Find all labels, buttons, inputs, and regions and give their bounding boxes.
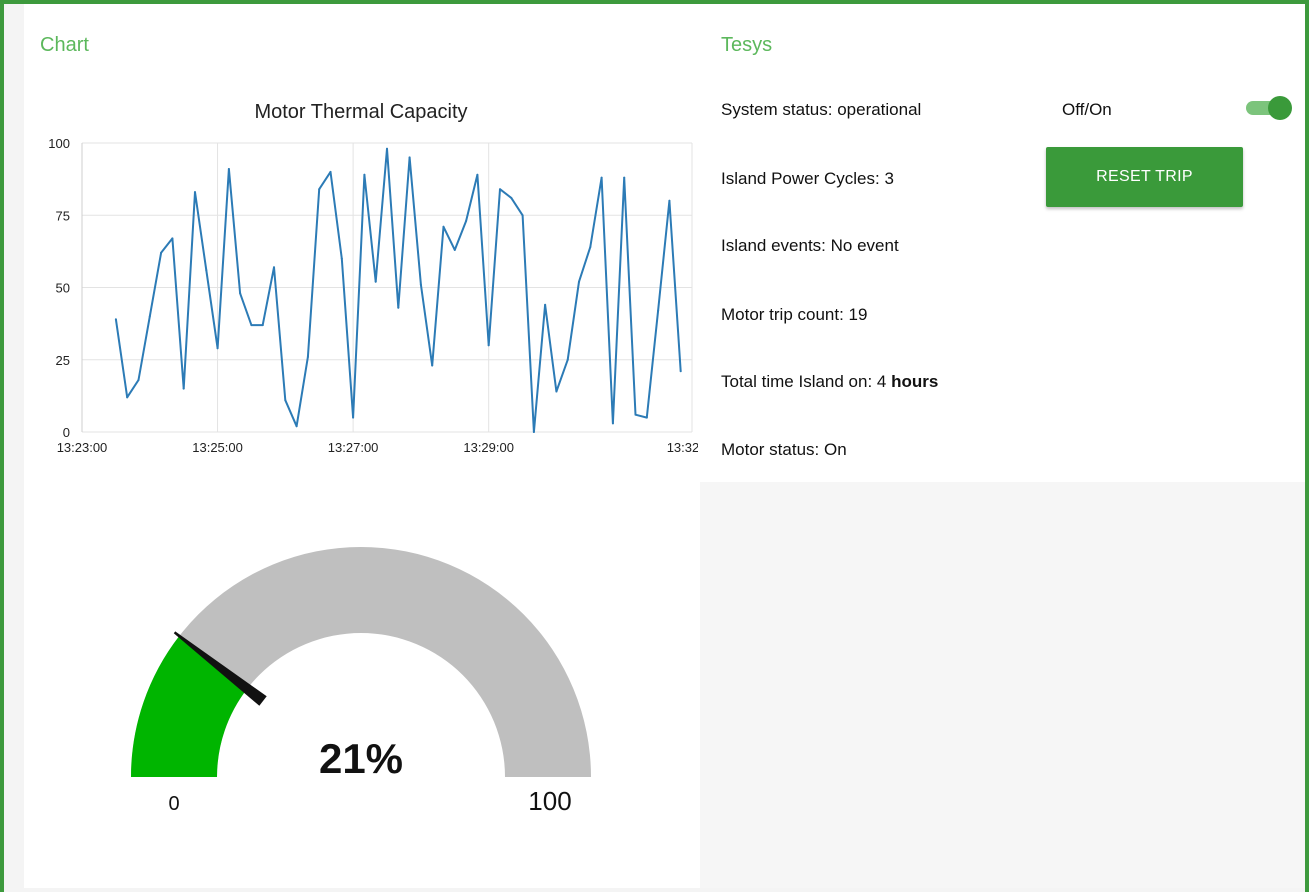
y-tick-label: 100 [48, 136, 70, 151]
data-point [634, 413, 637, 416]
y-tick-label: 50 [56, 281, 70, 296]
y-tick-label: 75 [56, 208, 70, 223]
bottom-gutter [4, 888, 1305, 892]
total-time-value: Total time Island on: 4 [721, 372, 887, 391]
tesys-group-title: Tesys [721, 34, 773, 56]
data-point [250, 324, 253, 327]
data-point [408, 156, 411, 159]
toggle-knob [1268, 96, 1292, 120]
data-point [611, 422, 614, 425]
data-point [679, 370, 682, 373]
data-point [205, 269, 208, 272]
gauge-value: 21% [319, 735, 403, 782]
data-point [521, 214, 524, 217]
data-point [273, 266, 276, 269]
chart-group-title: Chart [40, 34, 89, 56]
island-power-cycles-text: Island Power Cycles: 3 [721, 169, 894, 188]
power-toggle[interactable] [1246, 96, 1292, 120]
data-point [306, 355, 309, 358]
data-point [148, 315, 151, 318]
island-events-text: Island events: No event [721, 236, 899, 255]
data-point [261, 324, 264, 327]
data-point [668, 199, 671, 202]
data-point [623, 176, 626, 179]
total-time-text: Total time Island on: 4 hours [721, 372, 938, 392]
x-tick-label: 13:25:00 [192, 440, 243, 455]
data-point [555, 390, 558, 393]
data-point [160, 251, 163, 254]
data-point [352, 416, 355, 419]
toggle-label: Off/On [1062, 100, 1112, 119]
data-point [397, 306, 400, 309]
data-point [363, 173, 366, 176]
data-point [193, 191, 196, 194]
gauge-max-label: 100 [528, 786, 571, 816]
data-point [566, 358, 569, 361]
data-point [318, 188, 321, 191]
chart-y-axis: 0 25 50 75 100 [48, 136, 70, 440]
data-point [600, 176, 603, 179]
total-time-unit: hours [891, 372, 939, 391]
data-point [544, 303, 547, 306]
data-point [171, 237, 174, 240]
data-point [239, 292, 242, 295]
empty-panel-area [700, 482, 1305, 892]
data-point [295, 425, 298, 428]
gauge-min-label: 0 [168, 793, 179, 815]
data-point [487, 344, 490, 347]
data-point [114, 318, 117, 321]
series-line [114, 147, 682, 433]
chart-title: Motor Thermal Capacity [254, 101, 467, 123]
chart-x-axis: 13:23:00 13:25:00 13:27:00 13:29:00 13:32:00 [57, 440, 698, 455]
data-point [589, 246, 592, 249]
left-gutter [4, 4, 24, 892]
reset-trip-button[interactable]: RESET TRIP [1046, 147, 1243, 207]
x-tick-label: 13:27:00 [328, 440, 379, 455]
data-point [442, 225, 445, 228]
data-point [329, 170, 332, 173]
x-tick-label: 13:29:00 [463, 440, 514, 455]
motor-trip-count-text: Motor trip count: 19 [721, 305, 868, 324]
data-point [419, 283, 422, 286]
data-point [657, 309, 660, 312]
data-point [532, 431, 535, 433]
data-point [137, 378, 140, 381]
data-point [284, 399, 287, 402]
data-point [578, 280, 581, 283]
series-points [114, 147, 682, 433]
data-point [227, 168, 230, 171]
motor-status-text: Motor status: On [721, 440, 847, 459]
x-tick-label: 13:32:00 [667, 440, 698, 455]
data-point [374, 280, 377, 283]
data-point [453, 248, 456, 251]
motor-thermal-chart: Motor Thermal Capacity 0 25 50 75 100 13:23:… [48, 101, 698, 455]
data-point [386, 147, 388, 150]
y-tick-label: 25 [56, 353, 70, 368]
data-point [431, 364, 434, 367]
data-point [465, 220, 468, 223]
data-point [510, 196, 513, 199]
thermal-gauge: 21% 0 100 [131, 547, 591, 816]
x-tick-label: 13:23:00 [57, 440, 108, 455]
data-point [340, 257, 343, 260]
system-status-text: System status: operational [721, 100, 922, 119]
y-tick-label: 0 [63, 425, 70, 440]
data-point [498, 188, 501, 191]
data-point [216, 347, 219, 350]
data-point [126, 396, 129, 399]
data-point [645, 416, 648, 419]
data-point [476, 173, 479, 176]
data-point [182, 387, 185, 390]
